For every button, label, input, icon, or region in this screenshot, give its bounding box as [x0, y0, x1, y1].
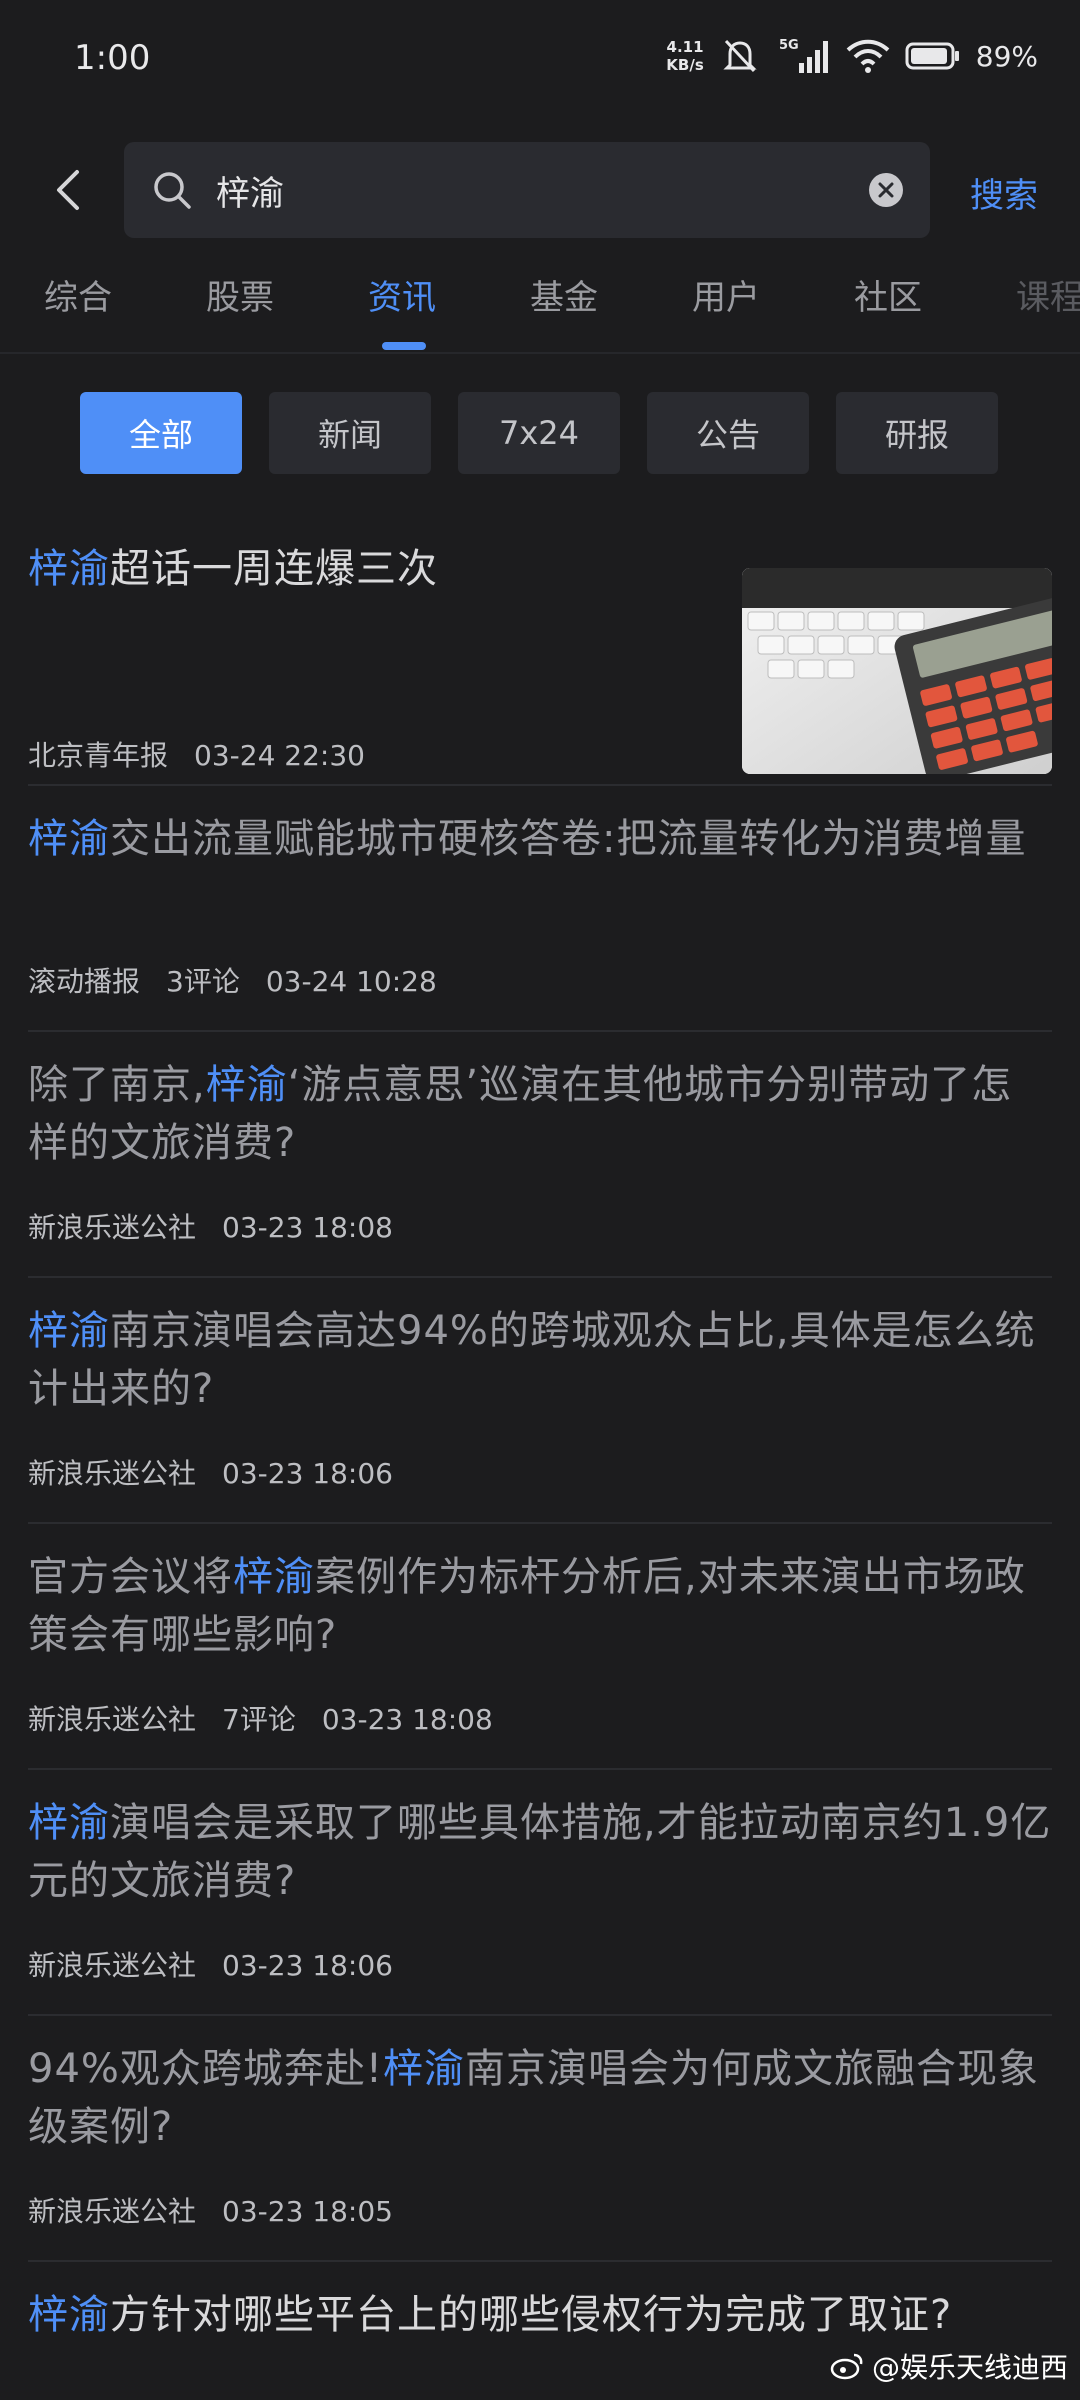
news-item[interactable]: 官方会议将梓渝案例作为标杆分析后,对未来演出市场政策会有哪些影响? 新浪乐迷公社… [28, 1548, 1052, 1748]
back-button[interactable] [40, 162, 96, 218]
news-source: 新浪乐迷公社 [28, 1211, 197, 1244]
news-item[interactable]: 梓渝南京演唱会高达94%的跨城观众占比,具体是怎么统计出来的? 新浪乐迷公社 03… [28, 1302, 1052, 1502]
news-title: 梓渝交出流量赋能城市硬核答卷:把流量转化为消费增量 [28, 816, 1027, 862]
list-divider [28, 1276, 1052, 1278]
news-meta: 新浪乐迷公社 03-23 18:06 [28, 1944, 419, 1984]
tab-stocks[interactable]: 股票 [206, 270, 274, 319]
status-bar: 1:00 4.11 KB/s 5G 89% [0, 0, 1080, 120]
search-header: 搜索 [0, 140, 1080, 240]
battery-icon [904, 36, 962, 76]
news-title: 梓渝方针对哪些平台上的哪些侵权行为完成了取证? [28, 2292, 953, 2338]
news-title: 梓渝演唱会是采取了哪些具体措施,才能拉动南京约1.9亿元的文旅消费? [28, 1800, 1052, 1904]
filter-chips: 全部 新闻 7x24 公告 研报 [0, 392, 1080, 474]
svg-text:5G: 5G [779, 38, 799, 53]
weibo-logo-icon [830, 2353, 863, 2380]
news-meta: 新浪乐迷公社 03-23 18:06 [28, 1452, 419, 1492]
news-meta: 滚动播报 3评论 03-24 10:28 [28, 960, 463, 1000]
search-input[interactable] [216, 164, 836, 216]
search-button[interactable]: 搜索 [970, 168, 1038, 217]
watermark: @娱乐天线迪西 [830, 2346, 1068, 2386]
list-divider [28, 1030, 1052, 1032]
news-source: 滚动播报 [28, 965, 141, 998]
news-item[interactable]: 梓渝交出流量赋能城市硬核答卷:把流量转化为消费增量 滚动播报 3评论 03-24 1… [28, 810, 1052, 1010]
news-source: 新浪乐迷公社 [28, 1703, 197, 1736]
news-time: 03-23 18:08 [321, 1703, 493, 1736]
tabs-divider [0, 352, 1080, 354]
news-comments: 7评论 [222, 1703, 296, 1736]
list-divider [28, 1522, 1052, 1524]
tab-community[interactable]: 社区 [854, 270, 922, 319]
news-source: 新浪乐迷公社 [28, 1457, 197, 1490]
news-time: 03-23 18:05 [222, 2195, 393, 2228]
news-meta: 新浪乐迷公社 03-23 18:05 [28, 2190, 419, 2230]
tab-courses[interactable]: 课程 [1016, 270, 1080, 319]
news-time: 03-23 18:08 [222, 1211, 393, 1244]
news-meta: 新浪乐迷公社 7评论 03-23 18:08 [28, 1698, 519, 1738]
signal-icon: 5G [776, 36, 832, 76]
news-item[interactable]: 94%观众跨城奔赴!梓渝南京演唱会为何成文旅融合现象级案例? 新浪乐迷公社 03-… [28, 2040, 1052, 2240]
status-icons: 4.11 KB/s 5G 89% [666, 36, 1038, 76]
category-tabs: 综合 股票 资讯 基金 用户 社区 课程 [0, 262, 1080, 352]
list-divider [28, 1768, 1052, 1770]
news-item[interactable]: 除了南京,梓渝‘游点意思’巡演在其他城市分别带动了怎样的文旅消费? 新浪乐迷公社… [28, 1056, 1052, 1256]
list-divider [28, 784, 1052, 786]
filter-news[interactable]: 新闻 [269, 392, 431, 474]
tab-users[interactable]: 用户 [692, 270, 760, 319]
news-time: 03-23 18:06 [222, 1949, 393, 1982]
bell-muted-icon [718, 36, 762, 76]
news-title: 梓渝超话一周连爆三次 [28, 546, 438, 592]
status-time: 1:00 [74, 38, 151, 78]
news-meta: 新浪乐迷公社 03-23 18:08 [28, 1206, 419, 1246]
clear-search-icon[interactable] [868, 172, 904, 208]
news-time: 03-23 18:06 [222, 1457, 393, 1490]
news-item[interactable]: 梓渝超话一周连爆三次 北京青年报 03-24 22:30 [28, 540, 1052, 780]
news-title: 除了南京,梓渝‘游点意思’巡演在其他城市分别带动了怎样的文旅消费? [28, 1062, 1013, 1166]
news-meta: 北京青年报 03-24 22:30 [28, 734, 391, 774]
filter-research[interactable]: 研报 [836, 392, 998, 474]
news-title: 官方会议将梓渝案例作为标杆分析后,对未来演出市场政策会有哪些影响? [28, 1554, 1026, 1658]
news-item[interactable]: 梓渝演唱会是采取了哪些具体措施,才能拉动南京约1.9亿元的文旅消费? 新浪乐迷公… [28, 1794, 1052, 1994]
network-speed: 4.11 KB/s [666, 38, 704, 74]
list-divider [28, 2014, 1052, 2016]
list-divider [28, 2260, 1052, 2262]
filter-all[interactable]: 全部 [80, 392, 242, 474]
watermark-text: @娱乐天线迪西 [871, 2351, 1068, 2384]
filter-7x24[interactable]: 7x24 [458, 392, 620, 474]
tab-funds[interactable]: 基金 [530, 270, 598, 319]
news-time: 03-24 22:30 [194, 739, 365, 772]
news-source: 北京青年报 [28, 739, 169, 772]
news-title: 梓渝南京演唱会高达94%的跨城观众占比,具体是怎么统计出来的? [28, 1308, 1036, 1412]
active-tab-indicator [382, 342, 426, 350]
tab-comprehensive[interactable]: 综合 [44, 270, 112, 319]
news-source: 新浪乐迷公社 [28, 1949, 197, 1982]
wifi-icon [846, 36, 890, 76]
news-thumbnail [742, 568, 1052, 774]
tab-news[interactable]: 资讯 [368, 270, 436, 319]
search-box[interactable] [124, 142, 930, 238]
news-time: 03-24 10:28 [265, 965, 437, 998]
news-source: 新浪乐迷公社 [28, 2195, 197, 2228]
news-title: 94%观众跨城奔赴!梓渝南京演唱会为何成文旅融合现象级案例? [28, 2046, 1039, 2150]
filter-announcements[interactable]: 公告 [647, 392, 809, 474]
battery-percent: 89% [975, 39, 1038, 73]
search-icon [150, 168, 194, 212]
news-comments: 3评论 [166, 965, 240, 998]
back-arrow-icon [57, 170, 79, 210]
